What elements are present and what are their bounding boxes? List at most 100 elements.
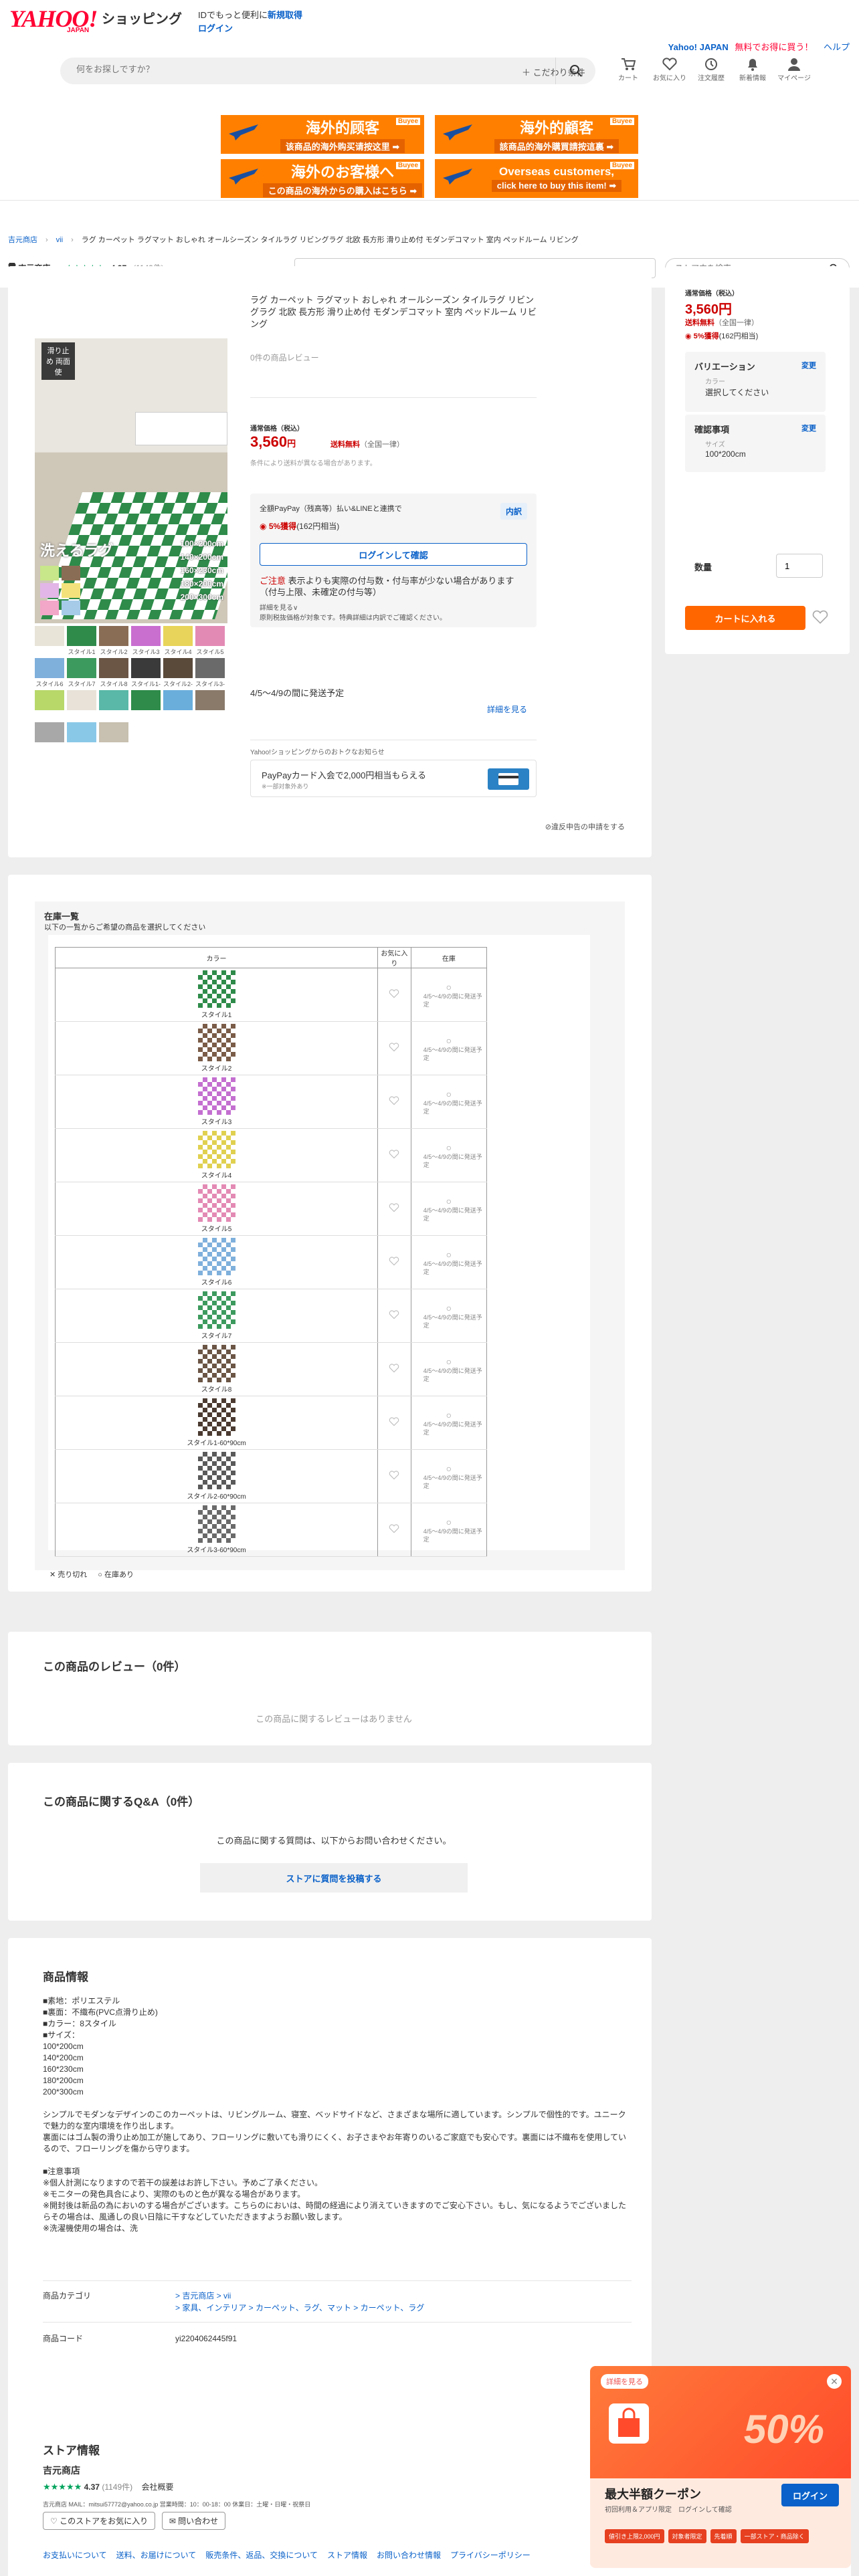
stock-row[interactable]: スタイル8 ○ 4/5〜4/9の間に発送予定 [55,1342,488,1396]
confirm-box[interactable]: 確認事項 変更 サイズ 100*200cm [685,415,826,472]
stock-image[interactable] [197,1345,235,1382]
favorite-store-button[interactable]: ♡ このストアをお気に入り [43,2512,156,2530]
paypay-card-promo[interactable]: PayPayカード入会で2,000円相当もらえる ※一部対象外あり [250,760,537,797]
stock-row[interactable]: スタイル2-60*90cm ○ 4/5〜4/9の間に発送予定 [55,1449,488,1503]
heart-icon[interactable] [389,1043,399,1052]
heart-icon[interactable] [389,1524,399,1533]
cart-nav[interactable]: カート [610,56,646,82]
inquiry-button[interactable]: ✉ 問い合わせ [161,2512,226,2530]
thumbnail[interactable] [35,722,64,752]
buyee-banner-zh-cn[interactable]: Buyee 海外的顾客 该商品的海外购买请按这里 ➡ [221,115,424,154]
thumbnail[interactable]: スタイル6 [35,658,64,687]
thumbnail[interactable]: スタイル2-60... [163,658,193,687]
stock-row[interactable]: スタイル5 ○ 4/5〜4/9の間に発送予定 [55,1182,488,1236]
stock-image[interactable] [197,1452,235,1489]
signup-link[interactable]: 新規取得 [268,10,302,20]
heart-icon[interactable] [812,610,828,625]
heart-icon[interactable] [389,989,399,998]
thumbnail[interactable] [163,690,193,720]
breadcrumb-category[interactable]: vii [56,236,63,244]
stock-image[interactable] [197,1024,235,1061]
close-icon[interactable]: ✕ [827,2374,842,2389]
report-link[interactable]: ⊘違反申告の申請をする [545,821,625,832]
thumbnail[interactable] [99,722,128,752]
thumbnail[interactable] [35,626,64,655]
stock-radio[interactable]: ○ [411,1196,486,1206]
stock-image[interactable] [197,1291,235,1329]
stock-row[interactable]: スタイル3-60*90cm ○ 4/5〜4/9の間に発送予定 [55,1503,488,1557]
stock-radio[interactable]: ○ [411,1089,486,1099]
store-info-name[interactable]: 吉元商店 [43,2464,80,2477]
stock-radio[interactable]: ○ [411,1356,486,1367]
buyee-banner-en[interactable]: Buyee Overseas customers, click here to bu… [435,159,638,198]
delivery-more-link[interactable]: 詳細を見る [487,704,527,715]
stock-radio[interactable]: ○ [411,1142,486,1153]
shopping-logo-text[interactable]: ショッピング [102,8,182,27]
stock-image[interactable] [197,1398,235,1436]
heart-icon[interactable] [389,1096,399,1105]
stock-radio[interactable]: ○ [411,1517,486,1527]
coupon-details-pill[interactable]: 詳細を見る [601,2374,648,2389]
thumbnail[interactable] [67,690,96,720]
category-link[interactable]: > 吉元商店 > vii [175,2291,231,2300]
notifications-nav[interactable]: 新着情報 [735,56,771,82]
stock-radio[interactable]: ○ [411,1303,486,1313]
confirm-change-link[interactable]: 変更 [801,423,816,433]
breakdown-button[interactable]: 内訳 [500,503,527,520]
stock-image[interactable] [197,1184,235,1222]
heart-icon[interactable] [389,1471,399,1480]
footer-link[interactable]: プライバシーポリシー [450,2549,531,2561]
heart-icon[interactable] [389,1257,399,1266]
favorites-nav[interactable]: お気に入り [652,56,688,82]
thumbnail[interactable]: スタイル8 [99,658,128,687]
thumbnail[interactable] [35,690,64,720]
thumbnail[interactable]: スタイル3-60... [195,658,225,687]
search-button[interactable] [555,58,595,84]
thumbnail[interactable]: スタイル2 [99,626,128,655]
buyee-banner-zh-tw[interactable]: Buyee 海外的顧客 該商品的海外購買請按這裏 ➡ [435,115,638,154]
stock-image[interactable] [197,1077,235,1115]
stock-radio[interactable]: ○ [411,982,486,992]
footer-link[interactable]: ストア情報 [327,2549,367,2561]
thumbnail[interactable]: スタイル5 [195,626,225,655]
post-question-button[interactable]: ストアに質問を投稿する [200,1863,468,1893]
thumbnail[interactable] [99,690,128,720]
coupon-popup[interactable]: 詳細を見る ✕ 50% 最大半額クーポン 初回利用＆アプリ限定 ログインして確認… [590,2366,851,2568]
thumbnail[interactable] [67,722,96,752]
stock-image[interactable] [197,1505,235,1543]
stock-row[interactable]: スタイル7 ○ 4/5〜4/9の間に発送予定 [55,1289,488,1343]
product-main-image[interactable]: 滑り止め 両面使 洗えるラグ 100×200cm 140×200cm 160×2… [35,338,227,623]
stock-row[interactable]: スタイル1-60*90cm ○ 4/5〜4/9の間に発送予定 [55,1396,488,1450]
heart-icon[interactable] [389,1150,399,1159]
thumbnail[interactable]: スタイル1 [67,626,96,655]
stock-row[interactable]: スタイル2 ○ 4/5〜4/9の間に発送予定 [55,1021,488,1075]
footer-link[interactable]: お問い合わせ情報 [377,2549,441,2561]
thumbnail[interactable] [195,690,225,720]
thumbnail[interactable]: スタイル3 [131,626,161,655]
stock-row[interactable]: スタイル1 ○ 4/5〜4/9の間に発送予定 [55,968,488,1022]
details-toggle[interactable]: 詳細を見る∨ [260,603,446,613]
help-link[interactable]: ヘルプ [824,42,850,52]
stock-row[interactable]: スタイル6 ○ 4/5〜4/9の間に発送予定 [55,1235,488,1289]
thumbnail[interactable] [131,690,161,720]
stock-image[interactable] [197,970,235,1008]
stock-image[interactable] [197,1238,235,1275]
stock-row[interactable]: スタイル4 ○ 4/5〜4/9の間に発送予定 [55,1128,488,1182]
variation-box[interactable]: バリエーション 変更 カラー 選択してください [685,352,826,412]
breadcrumb-store[interactable]: 吉元商店 [8,236,37,244]
stock-row[interactable]: スタイル3 ○ 4/5〜4/9の間に発送予定 [55,1075,488,1129]
heart-icon[interactable] [389,1417,399,1426]
footer-link[interactable]: 送料、お届けについて [116,2549,197,2561]
app-promo-link[interactable]: 無料でお得に買う！ [735,42,813,52]
quantity-input[interactable] [776,554,823,578]
coupon-login-button[interactable]: ログイン [781,2484,839,2506]
stock-radio[interactable]: ○ [411,1035,486,1046]
yahoo-japan-link[interactable]: Yahoo! JAPAN [668,42,729,52]
history-nav[interactable]: 注文履歴 [693,56,729,82]
add-to-cart-button[interactable]: カートに入れる [685,606,805,630]
stock-image[interactable] [197,1131,235,1168]
buyee-banner-ja[interactable]: Buyee 海外のお客様へ この商品の海外からの購入はこちら ➡ [221,159,424,198]
login-confirm-button[interactable]: ログインして確認 [260,543,527,566]
stock-radio[interactable]: ○ [411,1463,486,1474]
store-info-review-count[interactable]: (1149件) [102,2482,132,2492]
